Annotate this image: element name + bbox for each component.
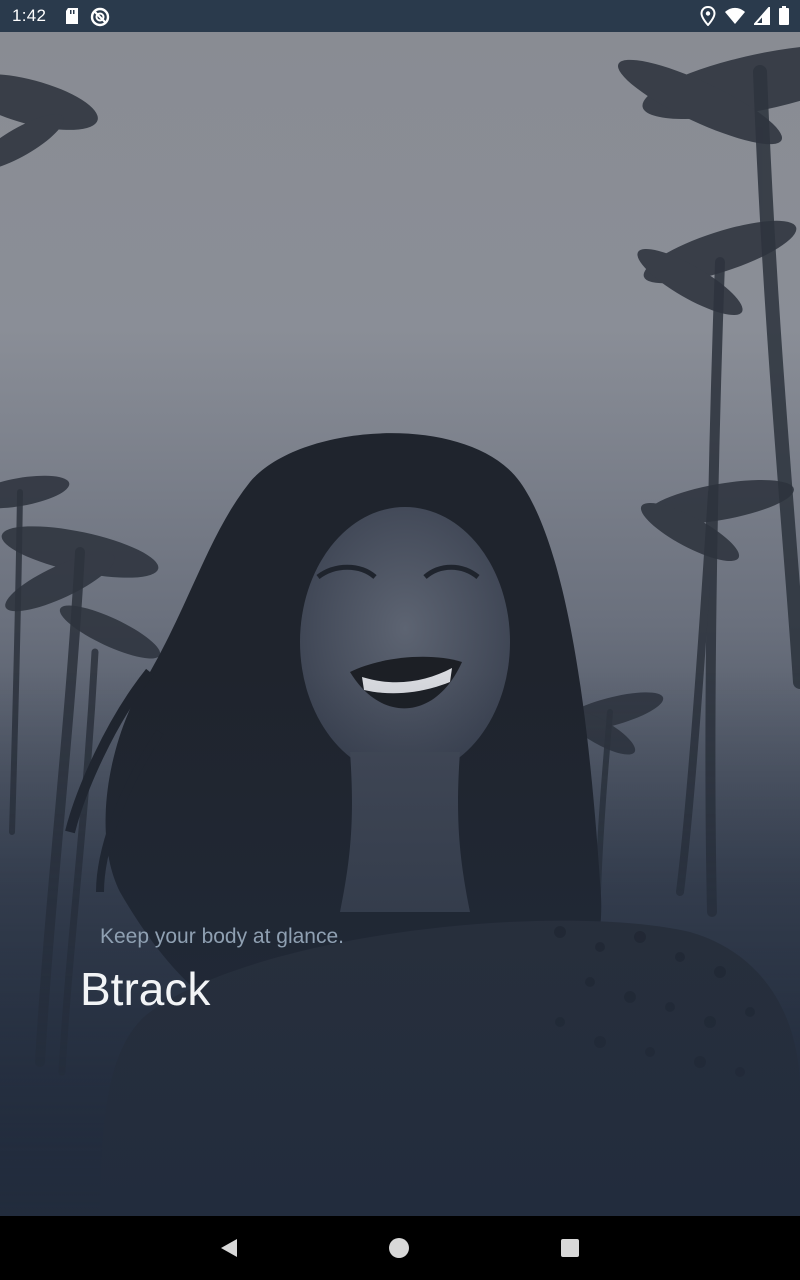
back-icon — [221, 1239, 237, 1257]
do-not-disturb-icon — [90, 7, 110, 32]
tagline: Keep your body at glance. — [100, 925, 345, 948]
battery-icon — [778, 6, 790, 31]
recents-icon — [561, 1239, 579, 1257]
location-icon — [700, 5, 716, 31]
status-time: 1:42 — [12, 6, 47, 25]
home-button[interactable] — [383, 1232, 415, 1264]
recents-button[interactable] — [554, 1232, 586, 1264]
wifi-icon — [724, 7, 746, 30]
hero-illustration — [0, 32, 800, 1216]
hero-background-image — [0, 32, 800, 1216]
app-title: Btrack — [80, 963, 211, 1015]
cellular-signal-icon — [752, 5, 770, 30]
splash-screen: 1:42 Keep your body at glance. Btrack — [0, 0, 800, 1280]
status-bar: 1:42 — [0, 0, 800, 32]
home-icon — [389, 1238, 409, 1258]
sd-card-icon — [64, 7, 80, 32]
navigation-bar — [0, 1216, 800, 1280]
back-button[interactable] — [213, 1232, 245, 1264]
